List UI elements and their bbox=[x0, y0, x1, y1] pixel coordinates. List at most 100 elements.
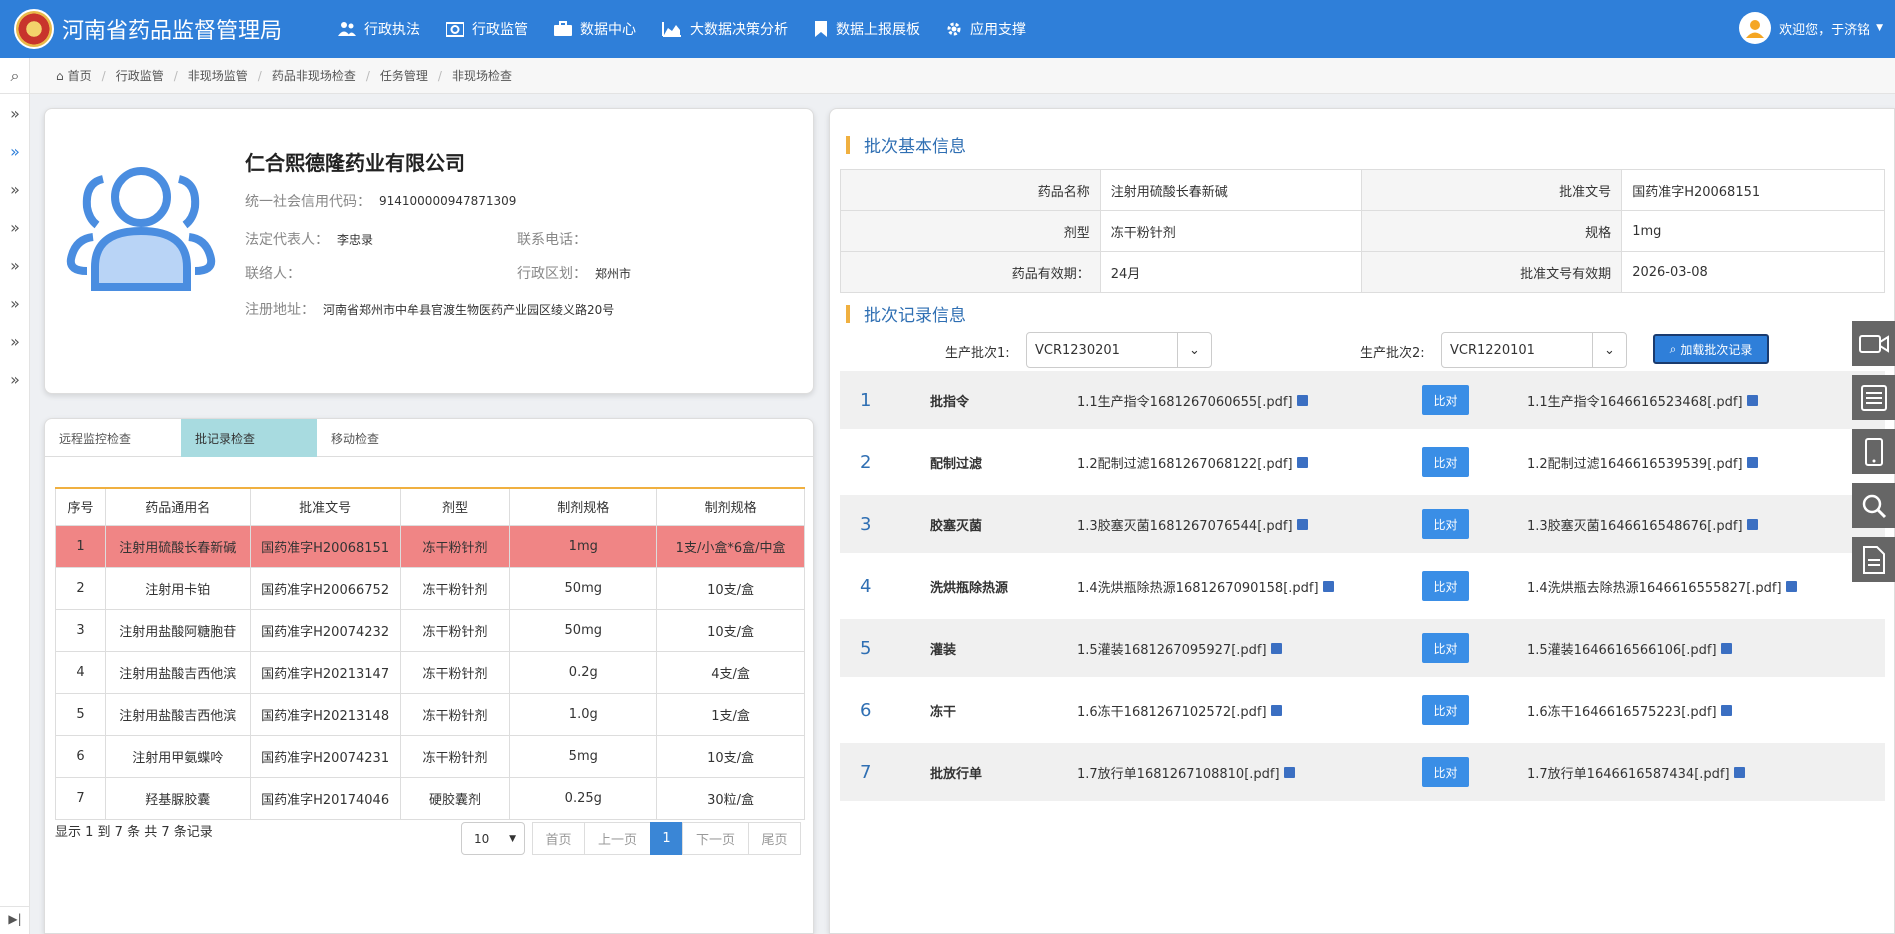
nav-admin-enforcement[interactable]: 行政执法 bbox=[338, 19, 420, 39]
batch1-select[interactable]: VCR1230201 ⌄ bbox=[1026, 332, 1212, 368]
batch-record-row: 1 批指令 1.1生产指令1681267060655[.pdf] 比对 1.1生产指令1… bbox=[840, 371, 1885, 429]
col-header-package[interactable]: 制剂规格 bbox=[656, 487, 805, 526]
rail-expand-button-4[interactable]: » bbox=[0, 208, 30, 246]
compare-button[interactable]: 比对 bbox=[1422, 385, 1469, 415]
record-file-batch1[interactable]: 1.7放行单1681267108810[.pdf] bbox=[1077, 763, 1295, 782]
compare-button[interactable]: 比对 bbox=[1422, 509, 1469, 539]
prev-page-button[interactable]: 上一页 bbox=[584, 822, 651, 855]
compare-button[interactable]: 比对 bbox=[1422, 757, 1469, 787]
address-label: 注册地址： bbox=[245, 302, 315, 318]
title-accent-bar bbox=[846, 135, 850, 154]
table-row[interactable]: 4 注射用盐酸吉西他滨 国药准字H20213147 冻干粉针剂 0.2g 4支/… bbox=[55, 650, 805, 694]
nav-data-report-board[interactable]: 数据上报展板 bbox=[814, 19, 920, 39]
record-file-batch2[interactable]: 1.6冻干1646616575223[.pdf] bbox=[1527, 701, 1732, 720]
left-rail: ⌕ » » » » » » » » ▶| bbox=[0, 58, 30, 934]
compare-button[interactable]: 比对 bbox=[1422, 633, 1469, 663]
batch-record-row: 3 胶塞灭菌 1.3胶塞灭菌1681267076544[.pdf] 比对 1.3胶塞灭菌… bbox=[840, 495, 1885, 553]
cell-dosage-form: 冻干粉针剂 bbox=[399, 734, 511, 778]
compare-button[interactable]: 比对 bbox=[1422, 695, 1469, 725]
record-file-batch1[interactable]: 1.5灌装1681267095927[.pdf] bbox=[1077, 639, 1282, 658]
cell-package: 30粒/盒 bbox=[656, 776, 805, 820]
record-file-batch2[interactable]: 1.4洗烘瓶去除热源1646616555827[.pdf] bbox=[1527, 577, 1797, 596]
company-users-icon bbox=[66, 167, 216, 291]
record-file-batch2[interactable]: 1.1生产指令1646616523468[.pdf] bbox=[1527, 391, 1758, 410]
record-file-batch1[interactable]: 1.3胶塞灭菌1681267076544[.pdf] bbox=[1077, 515, 1308, 534]
value-validity: 24月 bbox=[1099, 251, 1363, 293]
breadcrumb-item[interactable]: 行政监管 bbox=[116, 67, 164, 84]
nav-app-support[interactable]: 应用支撑 bbox=[946, 19, 1026, 39]
tab-remote-monitoring[interactable]: 远程监控检查 bbox=[45, 419, 181, 457]
cell-spec: 1mg bbox=[509, 524, 658, 568]
compare-button[interactable]: 比对 bbox=[1422, 571, 1469, 601]
load-batch-records-button[interactable]: ⌕ 加载批次记录 bbox=[1653, 334, 1769, 364]
float-mobile-button[interactable] bbox=[1852, 429, 1895, 474]
nav-bigdata-analysis[interactable]: 大数据决策分析 bbox=[662, 19, 788, 39]
cell-approval-no: 国药准字H20213147 bbox=[249, 650, 401, 694]
record-file-batch1[interactable]: 1.2配制过滤1681267068122[.pdf] bbox=[1077, 453, 1308, 472]
table-header-row: 序号 药品通用名 批准文号 剂型 制剂规格 制剂规格 bbox=[55, 487, 805, 526]
company-name: 仁合熙德隆药业有限公司 bbox=[245, 151, 465, 175]
record-file-batch1[interactable]: 1.4洗烘瓶除热源1681267090158[.pdf] bbox=[1077, 577, 1334, 596]
col-header-index[interactable]: 序号 bbox=[55, 487, 106, 526]
batch-basic-title: 批次基本信息 bbox=[846, 132, 966, 157]
rail-expand-button-3[interactable]: » bbox=[0, 170, 30, 208]
record-file-batch2[interactable]: 1.2配制过滤1646616539539[.pdf] bbox=[1527, 453, 1758, 472]
col-header-approval-no[interactable]: 批准文号 bbox=[249, 487, 401, 526]
cell-spec: 50mg bbox=[509, 608, 658, 652]
batch2-select[interactable]: VCR1220101 ⌄ bbox=[1441, 332, 1627, 368]
cell-package: 4支/盒 bbox=[656, 650, 805, 694]
nav-data-center[interactable]: 数据中心 bbox=[554, 19, 636, 39]
float-video-button[interactable] bbox=[1852, 321, 1895, 366]
col-header-dosage-form[interactable]: 剂型 bbox=[399, 487, 511, 526]
compare-button[interactable]: 比对 bbox=[1422, 447, 1469, 477]
rail-search-button[interactable]: ⌕ bbox=[0, 58, 30, 94]
table-row[interactable]: 5 注射用盐酸吉西他滨 国药准字H20213148 冻干粉针剂 1.0g 1支/… bbox=[55, 692, 805, 736]
record-file-batch2[interactable]: 1.7放行单1646616587434[.pdf] bbox=[1527, 763, 1745, 782]
first-page-button[interactable]: 首页 bbox=[532, 822, 585, 855]
rail-expand-button-1[interactable]: » bbox=[0, 94, 30, 132]
rail-expand-button-8[interactable]: » bbox=[0, 360, 30, 398]
cell-approval-no: 国药准字H20074231 bbox=[249, 734, 401, 778]
user-menu[interactable]: 欢迎您，于济铭 ▼ bbox=[1739, 12, 1883, 44]
briefcase-icon bbox=[554, 21, 573, 36]
district-row: 行政区划： 郑州市 bbox=[517, 263, 631, 283]
file-name: 1.5灌装1681267095927[.pdf] bbox=[1077, 642, 1267, 658]
table-row[interactable]: 6 注射用甲氨蝶呤 国药准字H20074231 冻干粉针剂 5mg 10支/盒 bbox=[55, 734, 805, 778]
record-file-batch1[interactable]: 1.1生产指令1681267060655[.pdf] bbox=[1077, 391, 1308, 410]
record-file-batch2[interactable]: 1.5灌装1646616566106[.pdf] bbox=[1527, 639, 1732, 658]
page-size-select[interactable]: 10 ▼ bbox=[461, 822, 525, 855]
breadcrumb-item[interactable]: 非现场监管 bbox=[188, 67, 248, 84]
rail-collapse-button[interactable]: ▶| bbox=[0, 906, 30, 930]
table-row[interactable]: 1 注射用硫酸长春新碱 国药准字H20068151 冻干粉针剂 1mg 1支/小… bbox=[55, 524, 805, 568]
col-header-spec[interactable]: 制剂规格 bbox=[509, 487, 658, 526]
table-row[interactable]: 3 注射用盐酸阿糖胞苷 国药准字H20074232 冻干粉针剂 50mg 10支… bbox=[55, 608, 805, 652]
nav-admin-supervision[interactable]: 行政监管 bbox=[446, 19, 528, 39]
tab-mobile-inspection[interactable]: 移动检查 bbox=[317, 419, 453, 457]
table-row[interactable]: 7 羟基脲胶囊 国药准字H20174046 硬胶囊剂 0.25g 30粒/盒 bbox=[55, 776, 805, 820]
address-value: 河南省郑州市中牟县官渡生物医药产业园区绫义路20号 bbox=[323, 302, 615, 317]
next-page-button[interactable]: 下一页 bbox=[682, 822, 749, 855]
rail-expand-button-5[interactable]: » bbox=[0, 246, 30, 284]
rail-expand-button-6[interactable]: » bbox=[0, 284, 30, 322]
float-search-button[interactable] bbox=[1852, 483, 1895, 528]
cell-dosage-form: 冻干粉针剂 bbox=[399, 608, 511, 652]
users-icon bbox=[338, 22, 357, 36]
table-row[interactable]: 2 注射用卡铂 国药准字H20066752 冻干粉针剂 50mg 10支/盒 bbox=[55, 566, 805, 610]
rail-expand-button-2[interactable]: » bbox=[0, 132, 30, 170]
breadcrumb-item[interactable]: 药品非现场检查 bbox=[272, 67, 356, 84]
book-icon bbox=[1270, 704, 1282, 716]
float-list-button[interactable] bbox=[1852, 375, 1895, 420]
record-file-batch1[interactable]: 1.6冻干1681267102572[.pdf] bbox=[1077, 701, 1282, 720]
cell-package: 10支/盒 bbox=[656, 566, 805, 610]
page-1-button[interactable]: 1 bbox=[650, 822, 683, 855]
breadcrumb-item[interactable]: 任务管理 bbox=[380, 67, 428, 84]
col-header-generic-name[interactable]: 药品通用名 bbox=[104, 487, 251, 526]
inspection-panel: 远程监控检查 批记录检查 移动检查 序号 药品通用名 批准文号 剂型 制剂规格 … bbox=[44, 418, 814, 934]
rail-expand-button-7[interactable]: » bbox=[0, 322, 30, 360]
float-document-button[interactable] bbox=[1852, 537, 1895, 582]
breadcrumb-home[interactable]: 首页 bbox=[68, 67, 92, 84]
tab-batch-record[interactable]: 批记录检查 bbox=[181, 419, 317, 457]
legal-rep-row: 法定代表人： 李忠录 bbox=[245, 229, 373, 249]
last-page-button[interactable]: 尾页 bbox=[748, 822, 801, 855]
record-file-batch2[interactable]: 1.3胶塞灭菌1646616548676[.pdf] bbox=[1527, 515, 1758, 534]
